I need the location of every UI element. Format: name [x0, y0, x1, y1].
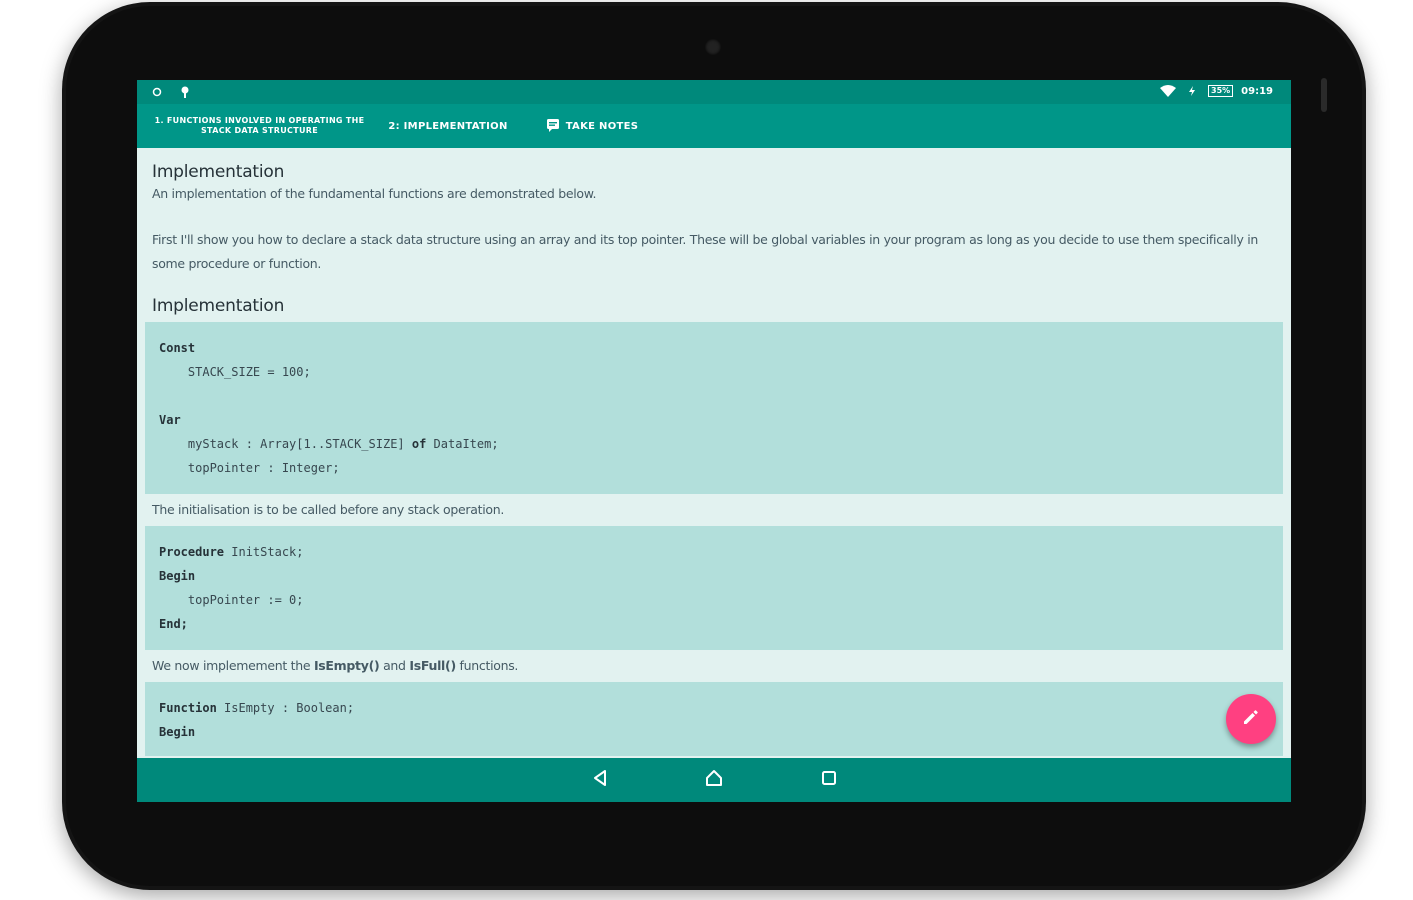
notification-icon — [149, 84, 165, 100]
screen: 35% 09:19 1. FUNCTIONS INVOLVED IN OPERA… — [137, 80, 1291, 802]
code-line: topPointer := 0; — [159, 593, 304, 607]
code-line: topPointer : Integer; — [159, 461, 340, 475]
code-line: STACK_SIZE = 100; — [159, 365, 311, 379]
tab-take-notes[interactable]: TAKE NOTES — [532, 104, 652, 148]
charging-icon — [1184, 83, 1200, 99]
section-heading: Implementation — [152, 162, 285, 182]
clock: 09:19 — [1241, 85, 1273, 97]
isfull-name: IsFull() — [409, 658, 456, 673]
code-keyword: Procedure — [159, 545, 225, 559]
tab-functions-label: 1. FUNCTIONS INVOLVED IN OPERATING THE S… — [154, 116, 365, 135]
code-line: InitStack; — [224, 545, 304, 559]
code-keyword: of — [411, 437, 427, 451]
code-block-isempty: Function IsEmpty : Boolean; Begin — [145, 682, 1283, 756]
body-paragraph: First I'll show you how to declare a sta… — [152, 232, 1259, 271]
tab-functions[interactable]: 1. FUNCTIONS INVOLVED IN OPERATING THE S… — [147, 104, 372, 148]
code-block-declarations: Const STACK_SIZE = 100; Var myStack : Ar… — [145, 322, 1283, 494]
wifi-icon — [1160, 83, 1176, 99]
functions-text-part: We now implemement the — [152, 658, 314, 673]
tab-implementation-label: 2: IMPLEMENTATION — [388, 120, 508, 132]
init-text: The initialisation is to be called befor… — [152, 502, 505, 517]
code-line: Const — [159, 341, 196, 355]
status-bar: 35% 09:19 — [137, 80, 1291, 104]
pin-icon — [177, 84, 193, 100]
code-line: Begin — [159, 725, 196, 739]
navigation-bar — [137, 758, 1291, 802]
content-scroll[interactable]: Implementation An implementation of the … — [145, 156, 1283, 756]
tab-take-notes-label: TAKE NOTES — [565, 120, 639, 132]
home-icon — [704, 768, 724, 792]
functions-text: We now implemement the IsEmpty() and IsF… — [145, 650, 1283, 682]
recents-button[interactable] — [816, 767, 842, 793]
tab-bar: 1. FUNCTIONS INVOLVED IN OPERATING THE S… — [137, 104, 1291, 172]
camera-icon — [705, 39, 721, 55]
functions-text-part: functions. — [455, 658, 519, 673]
notes-icon — [546, 118, 560, 135]
code-keyword: Function — [159, 701, 217, 715]
pencil-icon — [1241, 707, 1261, 731]
code-line: Begin — [159, 569, 196, 583]
recents-square-icon — [821, 770, 837, 790]
intro-text: An implementation of the fundamental fun… — [152, 186, 597, 201]
code-line: IsEmpty : Boolean; — [216, 701, 355, 715]
isempty-name: IsEmpty() — [313, 658, 380, 673]
tab-implementation[interactable]: 2: IMPLEMENTATION — [376, 104, 520, 148]
code-line: Var — [159, 413, 181, 427]
back-button[interactable] — [587, 767, 613, 793]
functions-text-part: and — [379, 658, 410, 673]
subsection-heading: Implementation — [152, 296, 285, 316]
battery-percent: 35% — [1208, 85, 1234, 97]
status-right: 35% 09:19 — [1160, 83, 1273, 99]
code-line: DataItem; — [426, 437, 499, 451]
status-left — [149, 84, 193, 100]
back-triangle-icon — [591, 769, 609, 791]
edit-fab-button[interactable] — [1226, 694, 1276, 744]
power-button — [1321, 78, 1327, 112]
code-line: End; — [159, 617, 188, 631]
home-button[interactable] — [701, 767, 727, 793]
code-block-initstack: Procedure InitStack; Begin topPointer :=… — [145, 526, 1283, 650]
code-line: myStack : Array[1..STACK_SIZE] — [159, 437, 412, 451]
